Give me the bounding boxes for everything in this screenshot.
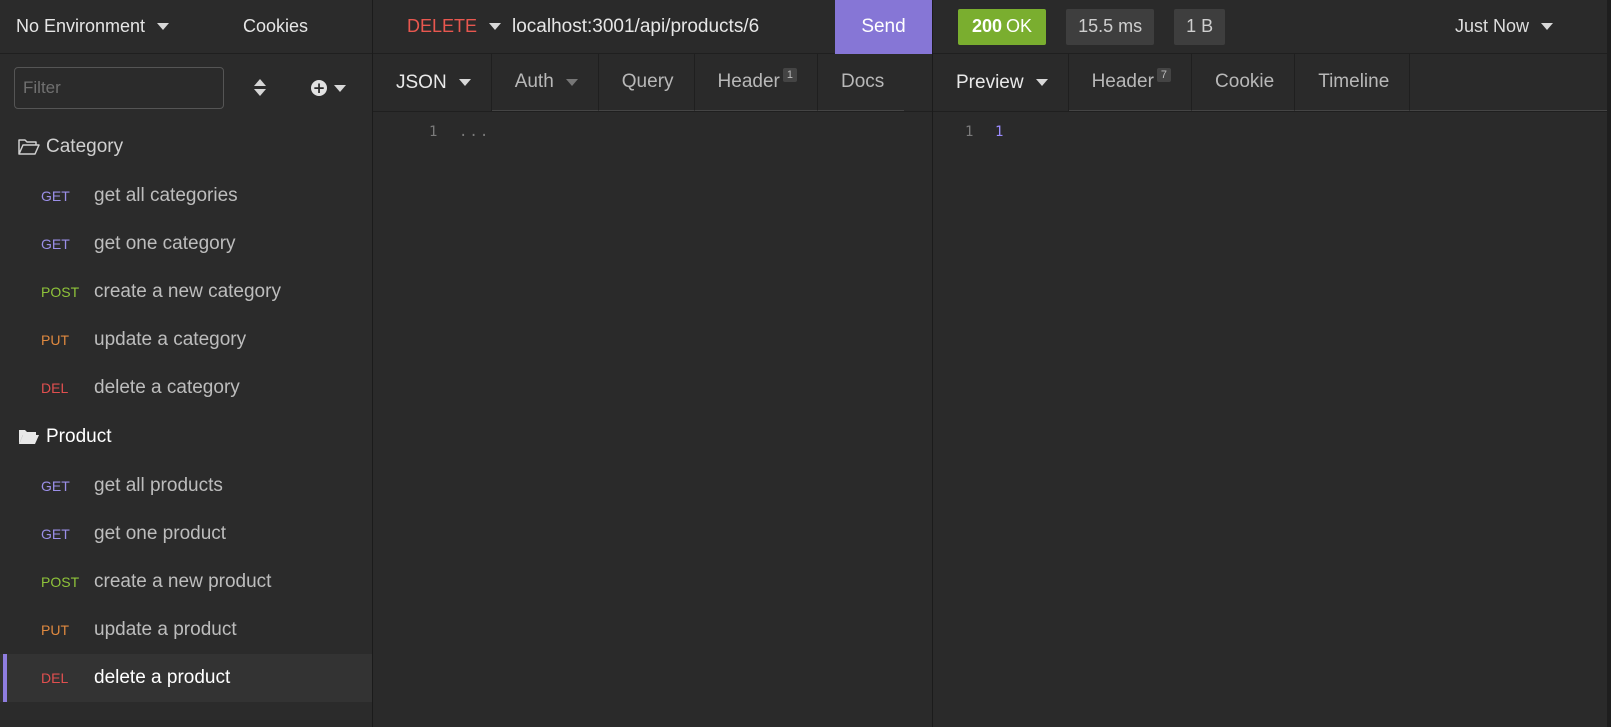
add-item-button[interactable]: +	[311, 80, 346, 96]
plus-circle-icon: +	[311, 79, 327, 97]
request-pane: DELETE Send JSON Auth Query Header 1 Doc…	[373, 0, 933, 727]
folder-product[interactable]: Product	[0, 412, 372, 462]
tab-label: Header	[1091, 71, 1154, 92]
request-item[interactable]: PUT update a product	[0, 606, 372, 654]
tab-label: Docs	[840, 71, 885, 92]
request-name: update a category	[94, 329, 247, 350]
tab-auth[interactable]: Auth	[491, 54, 599, 111]
tab-label: Header	[717, 71, 780, 92]
method-badge: GET	[41, 188, 70, 204]
method-badge: DEL	[41, 670, 69, 686]
environment-label: No Environment	[16, 16, 146, 36]
request-item[interactable]: GET get all categories	[0, 172, 372, 220]
status-code: 200	[972, 16, 1003, 36]
request-item[interactable]: GET get one category	[0, 220, 372, 268]
status-badge: 200 OK	[958, 8, 1047, 45]
tab-label: JSON	[396, 71, 447, 93]
sidebar: No Environment Cookies + Category GET ge…	[0, 0, 373, 727]
tab-header[interactable]: Header 1	[694, 54, 818, 111]
method-label: DELETE	[407, 16, 478, 36]
request-item[interactable]: GET get all products	[0, 462, 372, 510]
request-item[interactable]: POST create a new category	[0, 268, 372, 316]
request-name: create a new product	[94, 571, 272, 592]
history-label: Just Now	[1454, 16, 1529, 36]
line-number: 1	[965, 124, 974, 140]
response-time-badge: 15.5 ms	[1066, 8, 1155, 45]
tab-preview[interactable]: Preview	[933, 54, 1069, 111]
request-tabs: JSON Auth Query Header 1 Docs	[373, 54, 932, 112]
method-badge: PUT	[41, 622, 69, 638]
tab-label: Preview	[956, 71, 1024, 93]
code-line: ...	[459, 124, 491, 140]
request-item[interactable]: DEL delete a category	[0, 364, 372, 412]
response-status-bar: 200 OK 15.5 ms 1 B Just Now	[933, 0, 1611, 54]
response-body-viewer[interactable]: 1 1	[933, 112, 1611, 727]
tab-docs[interactable]: Docs	[817, 54, 905, 111]
request-body-editor[interactable]: 1 ...	[373, 112, 932, 727]
tab-label: Query	[621, 71, 674, 92]
line-number: 1	[429, 124, 438, 140]
send-button[interactable]: Send	[835, 0, 932, 54]
chevron-down-icon	[1035, 79, 1048, 86]
chevron-down-icon	[489, 23, 502, 30]
code-line: 1	[995, 124, 1004, 140]
tabbar-filler	[1410, 54, 1611, 111]
folder-open-icon	[18, 139, 40, 155]
tab-label: Timeline	[1318, 71, 1390, 92]
chevron-down-icon	[157, 23, 170, 30]
request-name: update a product	[94, 619, 237, 640]
request-name: get one product	[94, 523, 227, 544]
environment-dropdown[interactable]: No Environment	[0, 0, 220, 54]
sidebar-header: No Environment Cookies	[0, 0, 372, 54]
chevron-down-icon	[1541, 23, 1553, 30]
chevron-down-icon	[334, 84, 346, 92]
folder-open-icon	[19, 430, 39, 444]
method-badge: POST	[41, 574, 80, 590]
request-item-active[interactable]: DEL delete a product	[0, 654, 372, 702]
request-name: delete a product	[94, 667, 231, 688]
chevron-down-icon	[565, 78, 578, 86]
folder-label: Product	[46, 426, 112, 447]
chevron-down-icon	[458, 79, 471, 86]
folder-category[interactable]: Category	[0, 122, 372, 172]
request-item[interactable]: POST create a new product	[0, 558, 372, 606]
tab-body-json[interactable]: JSON	[373, 54, 492, 111]
folder-label: Category	[46, 136, 124, 157]
sort-icon[interactable]	[250, 77, 270, 99]
tab-label: Auth	[514, 71, 554, 92]
tab-label: Cookie	[1215, 71, 1275, 92]
request-item[interactable]: GET get one product	[0, 510, 372, 558]
tab-timeline[interactable]: Timeline	[1295, 54, 1411, 111]
url-bar: DELETE Send	[373, 0, 932, 54]
request-item[interactable]: PUT update a category	[0, 316, 372, 364]
header-count-badge: 7	[1156, 68, 1172, 82]
status-text: OK	[1006, 16, 1033, 36]
history-dropdown[interactable]: Just Now	[1455, 16, 1553, 37]
response-tabs: Preview Header 7 Cookie Timeline	[933, 54, 1611, 112]
method-badge: DEL	[41, 380, 69, 396]
cookies-button[interactable]: Cookies	[243, 16, 308, 37]
url-input[interactable]	[512, 15, 829, 38]
tab-response-header[interactable]: Header 7	[1068, 54, 1193, 111]
request-name: get all categories	[94, 185, 238, 206]
method-badge: POST	[41, 284, 80, 300]
window-edge	[1607, 0, 1611, 727]
filter-row: +	[0, 54, 372, 122]
request-name: get one category	[94, 233, 236, 254]
filter-input[interactable]	[14, 67, 224, 109]
header-count-badge: 1	[782, 68, 797, 82]
request-name: delete a category	[94, 377, 240, 398]
method-dropdown[interactable]: DELETE	[373, 16, 512, 37]
method-badge: GET	[41, 236, 70, 252]
tab-cookie[interactable]: Cookie	[1192, 54, 1296, 111]
tab-query[interactable]: Query	[598, 54, 695, 111]
method-badge: GET	[41, 478, 70, 494]
request-name: create a new category	[94, 281, 281, 302]
response-size-badge: 1 B	[1174, 8, 1226, 45]
response-pane: 200 OK 15.5 ms 1 B Just Now Preview Head…	[933, 0, 1611, 727]
request-name: get all products	[94, 475, 223, 496]
method-badge: PUT	[41, 332, 69, 348]
method-badge: GET	[41, 526, 70, 542]
